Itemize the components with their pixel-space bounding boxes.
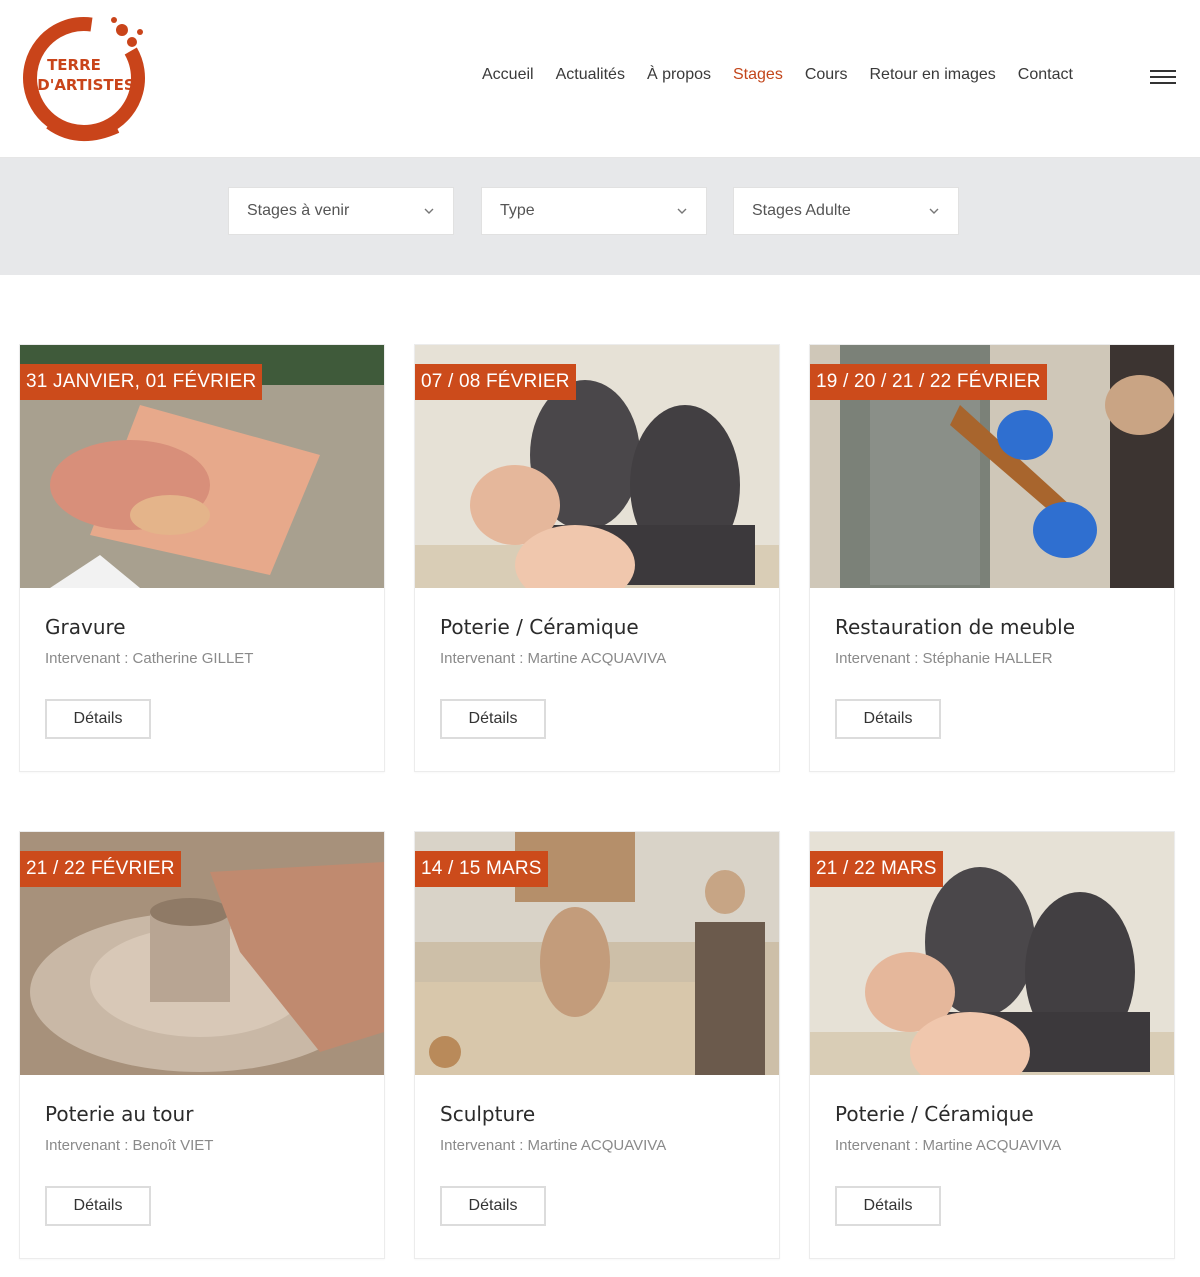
date-badge: 31 JANVIER, 01 FÉVRIER [20, 364, 263, 400]
stage-image-restauration[interactable]: 19 / 20 / 21 / 22 FÉVRIER [810, 345, 1174, 588]
nav-item-a-propos[interactable]: À propos [647, 66, 711, 84]
stage-card: 19 / 20 / 21 / 22 FÉVRIER Restauration d… [809, 344, 1175, 772]
stage-teacher: Intervenant : Martine ACQUAVIVA [835, 1137, 1062, 1154]
nav-item-cours[interactable]: Cours [805, 66, 848, 84]
site-header: TERRE D'ARTISTES Accueil Actualités À pr… [0, 0, 1200, 158]
chevron-down-icon [677, 208, 687, 214]
chevron-down-icon [929, 208, 939, 214]
logo-text-line2: D'ARTISTES [37, 76, 134, 94]
details-button[interactable]: Détails [440, 699, 546, 739]
filter-audience-select[interactable]: Stages Adulte [733, 187, 959, 235]
details-button[interactable]: Détails [440, 1186, 546, 1226]
details-button[interactable]: Détails [45, 699, 151, 739]
stage-title: Sculpture [440, 1102, 536, 1126]
stage-image-poterie[interactable]: 07 / 08 FÉVRIER [415, 345, 779, 588]
date-badge: 07 / 08 FÉVRIER [415, 364, 576, 400]
stage-teacher: Intervenant : Martine ACQUAVIVA [440, 1137, 667, 1154]
stage-image-tour[interactable]: 21 / 22 FÉVRIER [20, 832, 384, 1075]
filter-bar: Stages à venir Type Stages Adulte [0, 158, 1200, 275]
stage-title: Gravure [45, 615, 126, 639]
filter-type-value: Type [500, 202, 535, 219]
stage-image-gravure[interactable]: 31 JANVIER, 01 FÉVRIER [20, 345, 384, 588]
stage-title: Poterie au tour [45, 1102, 194, 1126]
stage-image-poterie-2[interactable]: 21 / 22 MARS [810, 832, 1174, 1075]
stage-title: Poterie / Céramique [440, 615, 639, 639]
filter-period-select[interactable]: Stages à venir [228, 187, 454, 235]
stage-teacher: Intervenant : Catherine GILLET [45, 650, 254, 667]
stage-card: 21 / 22 MARS Poterie / Céramique Interve… [809, 831, 1175, 1259]
filter-type-select[interactable]: Type [481, 187, 707, 235]
chevron-down-icon [424, 208, 434, 214]
hamburger-icon[interactable] [1150, 70, 1176, 86]
stage-card: 31 JANVIER, 01 FÉVRIER Gravure Intervena… [19, 344, 385, 772]
stage-image-sculpture[interactable]: 14 / 15 MARS [415, 832, 779, 1075]
stage-teacher: Intervenant : Stéphanie HALLER [835, 650, 1053, 667]
nav-item-accueil[interactable]: Accueil [482, 66, 534, 84]
nav-item-actualites[interactable]: Actualités [556, 66, 625, 84]
stage-title: Poterie / Céramique [835, 1102, 1034, 1126]
date-badge: 21 / 22 MARS [810, 851, 943, 887]
date-badge: 19 / 20 / 21 / 22 FÉVRIER [810, 364, 1047, 400]
stage-teacher: Intervenant : Benoît VIET [45, 1137, 214, 1154]
main-nav: Accueil Actualités À propos Stages Cours… [482, 66, 1095, 84]
terre-dartistes-logo[interactable]: TERRE D'ARTISTES [18, 8, 158, 148]
stage-teacher: Intervenant : Martine ACQUAVIVA [440, 650, 667, 667]
details-button[interactable]: Détails [835, 699, 941, 739]
nav-item-stages[interactable]: Stages [733, 66, 783, 84]
stage-title: Restauration de meuble [835, 615, 1076, 639]
stage-card: 07 / 08 FÉVRIER Poterie / Céramique Inte… [414, 344, 780, 772]
date-badge: 14 / 15 MARS [415, 851, 548, 887]
stage-card: 21 / 22 FÉVRIER Poterie au tour Interven… [19, 831, 385, 1259]
stage-card: 14 / 15 MARS Sculpture Intervenant : Mar… [414, 831, 780, 1259]
nav-item-retour-en-images[interactable]: Retour en images [870, 66, 996, 84]
nav-item-contact[interactable]: Contact [1018, 66, 1073, 84]
filter-period-value: Stages à venir [247, 202, 350, 219]
filter-audience-value: Stages Adulte [752, 202, 851, 219]
details-button[interactable]: Détails [835, 1186, 941, 1226]
date-badge: 21 / 22 FÉVRIER [20, 851, 181, 887]
details-button[interactable]: Détails [45, 1186, 151, 1226]
logo-text-line1: TERRE [47, 56, 101, 74]
